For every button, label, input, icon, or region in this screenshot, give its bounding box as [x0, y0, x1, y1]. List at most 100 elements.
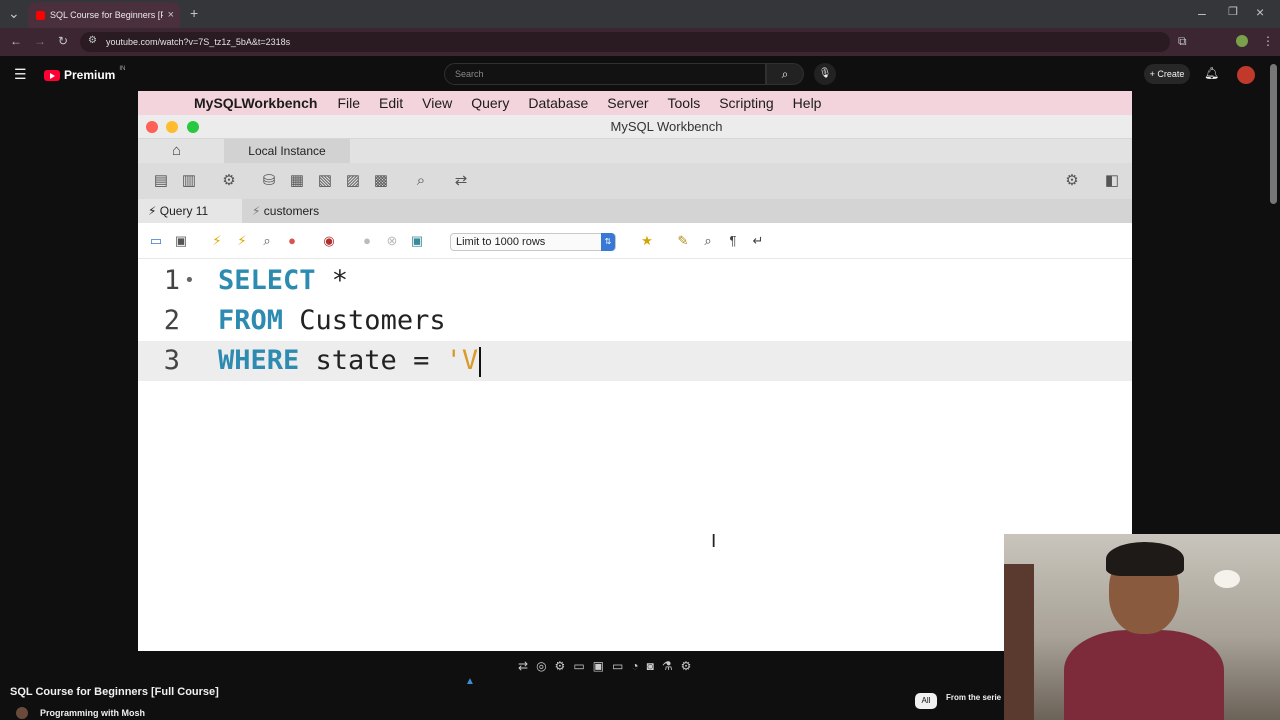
- commit-icon: ●: [363, 233, 371, 248]
- execute-current-icon: ⚡︎: [237, 233, 247, 248]
- search-icon[interactable]: ⌕: [766, 63, 804, 85]
- mouse-pointer-icon: ▲: [465, 676, 475, 687]
- loop-icon[interactable]: ⇄: [518, 659, 528, 673]
- close-window-icon[interactable]: ×: [1256, 4, 1264, 20]
- inspector-icon: ⚙: [222, 172, 236, 189]
- create-view-icon: ▧: [317, 172, 333, 189]
- home-icon: ⌂: [172, 142, 182, 159]
- player-controls: ⇄ ◎ ⚙ ▭ ▣ ▭ ◔ ◙ ⚗ ⚙: [518, 659, 691, 673]
- toggle-sidebar-icon: ◧: [1104, 172, 1120, 189]
- sql-keyword: FROM: [218, 305, 284, 336]
- open-sql-script-icon: ▥: [181, 172, 197, 189]
- speed-icon[interactable]: ◔: [631, 659, 638, 673]
- forward-icon[interactable]: →: [34, 34, 46, 48]
- local-instance-tab: Local Instance: [224, 139, 350, 163]
- editor-line: 1 • SELECT *: [138, 261, 1132, 301]
- limit-rows-select: Limit to 1000 rows ⇅: [450, 233, 616, 251]
- browser-tab[interactable]: SQL Course for Beginners [Full Course] ×: [28, 2, 180, 28]
- create-schema-icon: ⛁: [262, 172, 276, 189]
- explain-icon: ⌕: [263, 233, 271, 248]
- limit-rows-value: Limit to 1000 rows: [456, 236, 546, 248]
- theater-icon[interactable]: ▭: [612, 659, 623, 673]
- line-number: 3: [163, 345, 180, 376]
- create-button[interactable]: + Create: [1144, 64, 1190, 84]
- sql-text: Customers: [283, 305, 446, 336]
- address-field[interactable]: ⚙ youtube.com/watch?v=7S_tz1z_5bA&t=2318…: [80, 32, 1170, 52]
- page-scrollbar[interactable]: [1270, 64, 1277, 204]
- ambient-icon[interactable]: ◎: [536, 659, 546, 673]
- menu-help: Help: [792, 95, 822, 111]
- save-icon: ▣: [174, 233, 188, 248]
- chip-all[interactable]: All: [915, 693, 937, 709]
- window-title: MySQL Workbench: [610, 119, 723, 134]
- browser-tab-strip: ⌄ SQL Course for Beginners [Full Course]…: [0, 0, 1280, 28]
- create-function-icon: ▩: [373, 172, 389, 189]
- account-avatar[interactable]: [1237, 66, 1255, 84]
- webcam-person-hair: [1106, 542, 1184, 576]
- preferences-icon: ⚙: [1065, 172, 1079, 189]
- logo-text: Premium: [64, 68, 116, 82]
- line-number: 2: [163, 305, 180, 336]
- invisible-chars-icon: ¶: [729, 233, 737, 248]
- youtube-search-input[interactable]: Search: [444, 63, 766, 85]
- reload-icon[interactable]: ↻: [58, 34, 68, 48]
- search-table-data-icon: ⌕: [416, 172, 426, 189]
- settings-icon[interactable]: ⚙: [555, 659, 566, 673]
- browser-menu-icon[interactable]: ⋮: [1262, 34, 1274, 48]
- minimize-icon[interactable]: –: [1198, 5, 1206, 21]
- menu-server: Server: [607, 95, 649, 111]
- channel-avatar[interactable]: [16, 707, 28, 719]
- captions-icon[interactable]: ▭: [573, 659, 584, 673]
- screenshot-icon[interactable]: ◙: [647, 659, 654, 673]
- menu-database: Database: [528, 95, 589, 111]
- webcam-overlay: [1004, 534, 1280, 720]
- mac-menu-bar: MySQLWorkbench File Edit View Query Data…: [138, 91, 1132, 115]
- gear-icon[interactable]: ⚙: [681, 659, 692, 673]
- extensions-icon[interactable]: ⧉: [1178, 34, 1187, 49]
- new-sql-tab-icon: ▤: [153, 172, 169, 189]
- hamburger-menu-icon[interactable]: ☰: [14, 66, 27, 83]
- menu-file: File: [337, 95, 360, 111]
- browser-tab-title: SQL Course for Beginners [Full Course]: [50, 10, 163, 20]
- menu-scripting: Scripting: [719, 95, 774, 111]
- create-procedure-icon: ▨: [345, 172, 361, 189]
- miniplayer-icon[interactable]: ▣: [593, 659, 604, 673]
- text-caret: [479, 346, 482, 377]
- sql-keyword: WHERE: [218, 345, 300, 376]
- sql-keyword: SELECT: [218, 265, 316, 296]
- youtube-favicon-icon: [36, 10, 45, 20]
- channel-name[interactable]: Programming with Mosh: [40, 708, 145, 718]
- word-wrap-icon: ↵: [752, 233, 764, 248]
- profile-avatar[interactable]: [1236, 35, 1248, 47]
- execute-icon: ⚡︎: [212, 233, 222, 248]
- webcam-bookshelf: [1004, 564, 1034, 720]
- video-frame[interactable]: MySQLWorkbench File Edit View Query Data…: [138, 91, 1132, 651]
- webcam-ceiling-light: [1214, 570, 1240, 588]
- site-info-icon[interactable]: ⚙: [88, 35, 97, 46]
- tab-search-icon[interactable]: ⌄: [8, 5, 20, 22]
- main-toolbar: ▤ ▥ ⚙ ⛁ ▦ ▧ ▨ ▩ ⌕ ⇄ ⚙ ◧: [138, 163, 1132, 199]
- logo-badge: IN: [119, 66, 126, 72]
- reconnect-icon: ⇄: [454, 172, 468, 189]
- youtube-logo-icon: [44, 69, 60, 81]
- toggle-error-icon: ◉: [323, 233, 335, 248]
- new-tab-icon[interactable]: +: [190, 5, 198, 21]
- url-text: youtube.com/watch?v=7S_tz1z_5bA&t=2318s: [106, 37, 291, 47]
- add-snippet-icon: ★: [641, 233, 653, 248]
- chip-from-series[interactable]: From the serie: [946, 693, 1001, 702]
- back-icon[interactable]: ←: [10, 34, 22, 48]
- lightning-icon: ⚡︎: [252, 204, 264, 218]
- sql-editor: 1 • SELECT * 2 FROM Customers 3 WHERE st…: [138, 259, 1132, 651]
- voice-search-mic-icon[interactable]: 🎙︎: [814, 63, 836, 85]
- query-toolbar: ▭ ▣ ⚡︎ ⚡︎ ⌕ ● ◉ ● ⊗ ▣ Limit to 1000 rows…: [138, 223, 1132, 259]
- restore-icon[interactable]: ❐: [1228, 5, 1238, 18]
- youtube-premium-logo[interactable]: Premium IN: [44, 66, 126, 82]
- notifications-bell-icon[interactable]: 🔔︎: [1204, 66, 1219, 80]
- sql-text: *: [315, 265, 349, 296]
- webcam-person-body: [1064, 630, 1224, 720]
- tab-label: customers: [263, 204, 320, 218]
- menu-tools: Tools: [667, 95, 701, 111]
- flask-icon[interactable]: ⚗: [662, 659, 673, 673]
- menu-view: View: [422, 95, 453, 111]
- close-tab-icon[interactable]: ×: [168, 9, 174, 21]
